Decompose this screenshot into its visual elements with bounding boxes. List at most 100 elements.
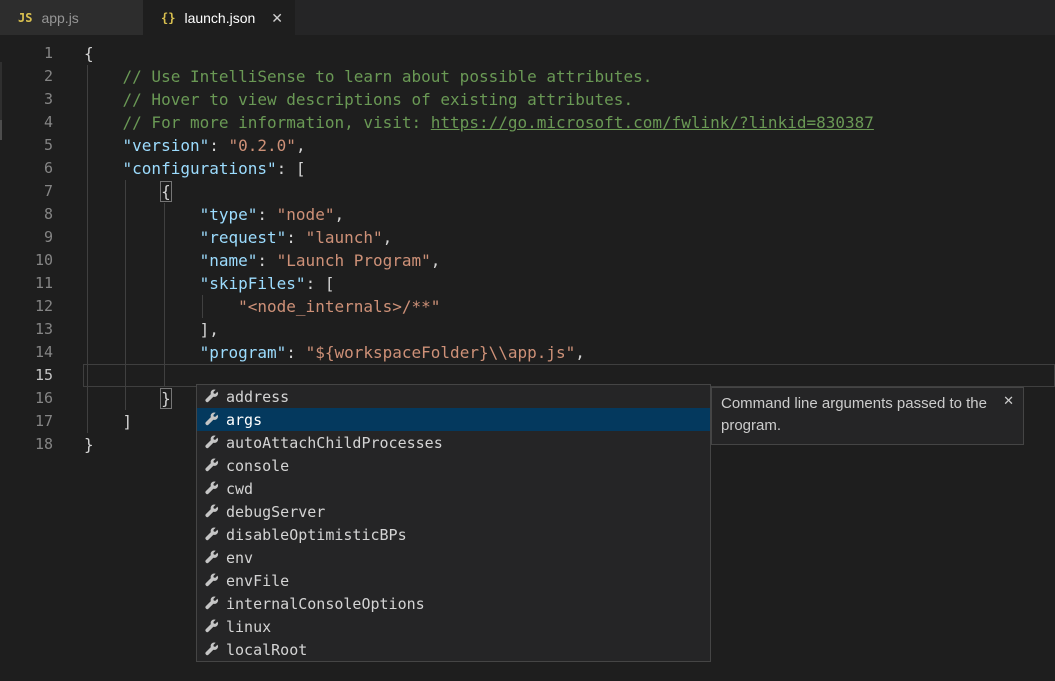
line-number[interactable]: 2 [0,65,53,88]
code-line[interactable]: 12 "<node_internals>/**" [0,295,1055,318]
suggestion-label: address [226,388,289,406]
line-number[interactable]: 14 [0,341,53,364]
suggestion-item[interactable]: env [197,546,710,569]
line-number[interactable]: 10 [0,249,53,272]
suggestion-item[interactable]: localRoot [197,638,710,661]
tab-app-js[interactable]: JS app.js [0,0,143,35]
suggestion-label: localRoot [226,641,307,659]
code-line[interactable]: 11 "skipFiles": [ [0,272,1055,295]
code-line[interactable]: 13 ], [0,318,1055,341]
code-line-content[interactable]: "request": "launch", [84,226,392,249]
suggestion-item[interactable]: debugServer [197,500,710,523]
tab-label: app.js [41,10,78,26]
suggestion-label: internalConsoleOptions [226,595,425,613]
code-line-content[interactable]: "configurations": [ [84,157,306,180]
code-line-content[interactable]: "type": "node", [84,203,344,226]
tab-launch-json[interactable]: {} launch.json ✕ [143,0,295,35]
wrench-icon [204,619,219,634]
suggestion-item[interactable]: console [197,454,710,477]
code-line-content[interactable]: "version": "0.2.0", [84,134,306,157]
suggestion-label: autoAttachChildProcesses [226,434,443,452]
line-number[interactable]: 8 [0,203,53,226]
line-number[interactable]: 9 [0,226,53,249]
wrench-icon [204,504,219,519]
suggestion-item[interactable]: args [197,408,710,431]
suggestion-doc-popup: Command line arguments passed to the pro… [711,387,1024,445]
code-line[interactable]: 8 "type": "node", [0,203,1055,226]
code-line-content[interactable]: // For more information, visit: https://… [84,111,874,134]
code-line[interactable]: 3 // Hover to view descriptions of exist… [0,88,1055,111]
code-line[interactable]: 9 "request": "launch", [0,226,1055,249]
code-line-content[interactable]: "skipFiles": [ [84,272,334,295]
suggestion-label: args [226,411,262,429]
code-line-content[interactable]: "name": "Launch Program", [84,249,440,272]
wrench-icon [204,389,219,404]
suggestion-item[interactable]: disableOptimisticBPs [197,523,710,546]
editor-tab-bar: JS app.js {} launch.json ✕ [0,0,1055,35]
code-line-content[interactable]: } [84,433,94,456]
code-line[interactable]: 6 "configurations": [ [0,157,1055,180]
line-number[interactable]: 15 [0,364,53,387]
suggestion-item[interactable]: address [197,385,710,408]
matched-bracket: { [161,182,171,201]
line-number[interactable]: 7 [0,180,53,203]
close-tab-icon[interactable]: ✕ [271,11,283,25]
code-line[interactable]: 7 { [0,180,1055,203]
line-number[interactable]: 11 [0,272,53,295]
javascript-file-icon: JS [18,11,32,25]
line-number[interactable]: 18 [0,433,53,456]
suggestion-item[interactable]: cwd [197,477,710,500]
wrench-icon [204,642,219,657]
code-line-content[interactable]: } [84,387,171,410]
line-number[interactable]: 5 [0,134,53,157]
suggestion-label: debugServer [226,503,325,521]
line-number[interactable]: 6 [0,157,53,180]
code-line[interactable]: 2 // Use IntelliSense to learn about pos… [0,65,1055,88]
suggestion-label: envFile [226,572,289,590]
suggestion-label: env [226,549,253,567]
suggestion-label: disableOptimisticBPs [226,526,407,544]
wrench-icon [204,550,219,565]
code-line-content[interactable]: "<node_internals>/**" [84,295,440,318]
code-editor[interactable]: 1{2 // Use IntelliSense to learn about p… [0,35,1055,681]
line-number[interactable]: 1 [0,42,53,65]
json-file-icon: {} [161,11,175,25]
wrench-icon [204,573,219,588]
line-number[interactable]: 3 [0,88,53,111]
wrench-icon [204,481,219,496]
code-line-content[interactable]: { [84,42,94,65]
suggestion-item[interactable]: envFile [197,569,710,592]
suggestion-label: linux [226,618,271,636]
code-line-content[interactable]: // Use IntelliSense to learn about possi… [84,65,652,88]
line-number[interactable]: 12 [0,295,53,318]
suggestion-label: console [226,457,289,475]
code-line-content[interactable]: // Hover to view descriptions of existin… [84,88,633,111]
matched-bracket: } [161,389,171,408]
code-line-content[interactable]: "program": "${workspaceFolder}\\app.js", [84,341,585,364]
wrench-icon [204,527,219,542]
line-number[interactable]: 17 [0,410,53,433]
code-line-content[interactable]: { [84,180,171,203]
code-line[interactable]: 1{ [0,42,1055,65]
wrench-icon [204,412,219,427]
line-number[interactable]: 16 [0,387,53,410]
doc-text: Command line arguments passed to the pro… [721,395,987,434]
code-line-content[interactable]: ], [84,318,219,341]
code-line[interactable]: 14 "program": "${workspaceFolder}\\app.j… [0,341,1055,364]
wrench-icon [204,596,219,611]
code-line[interactable]: 10 "name": "Launch Program", [0,249,1055,272]
close-doc-icon[interactable]: ✕ [1003,394,1014,407]
suggestion-item[interactable]: autoAttachChildProcesses [197,431,710,454]
tab-label: launch.json [184,10,255,26]
code-line[interactable]: 5 "version": "0.2.0", [0,134,1055,157]
wrench-icon [204,435,219,450]
intellisense-suggest-widget: address args autoAttachChildProcesses conso… [196,384,711,662]
suggestion-label: cwd [226,480,253,498]
suggestion-item[interactable]: linux [197,615,710,638]
suggestion-item[interactable]: internalConsoleOptions [197,592,710,615]
wrench-icon [204,458,219,473]
code-line-content[interactable]: ] [84,410,132,433]
line-number[interactable]: 4 [0,111,53,134]
code-line[interactable]: 4 // For more information, visit: https:… [0,111,1055,134]
line-number[interactable]: 13 [0,318,53,341]
